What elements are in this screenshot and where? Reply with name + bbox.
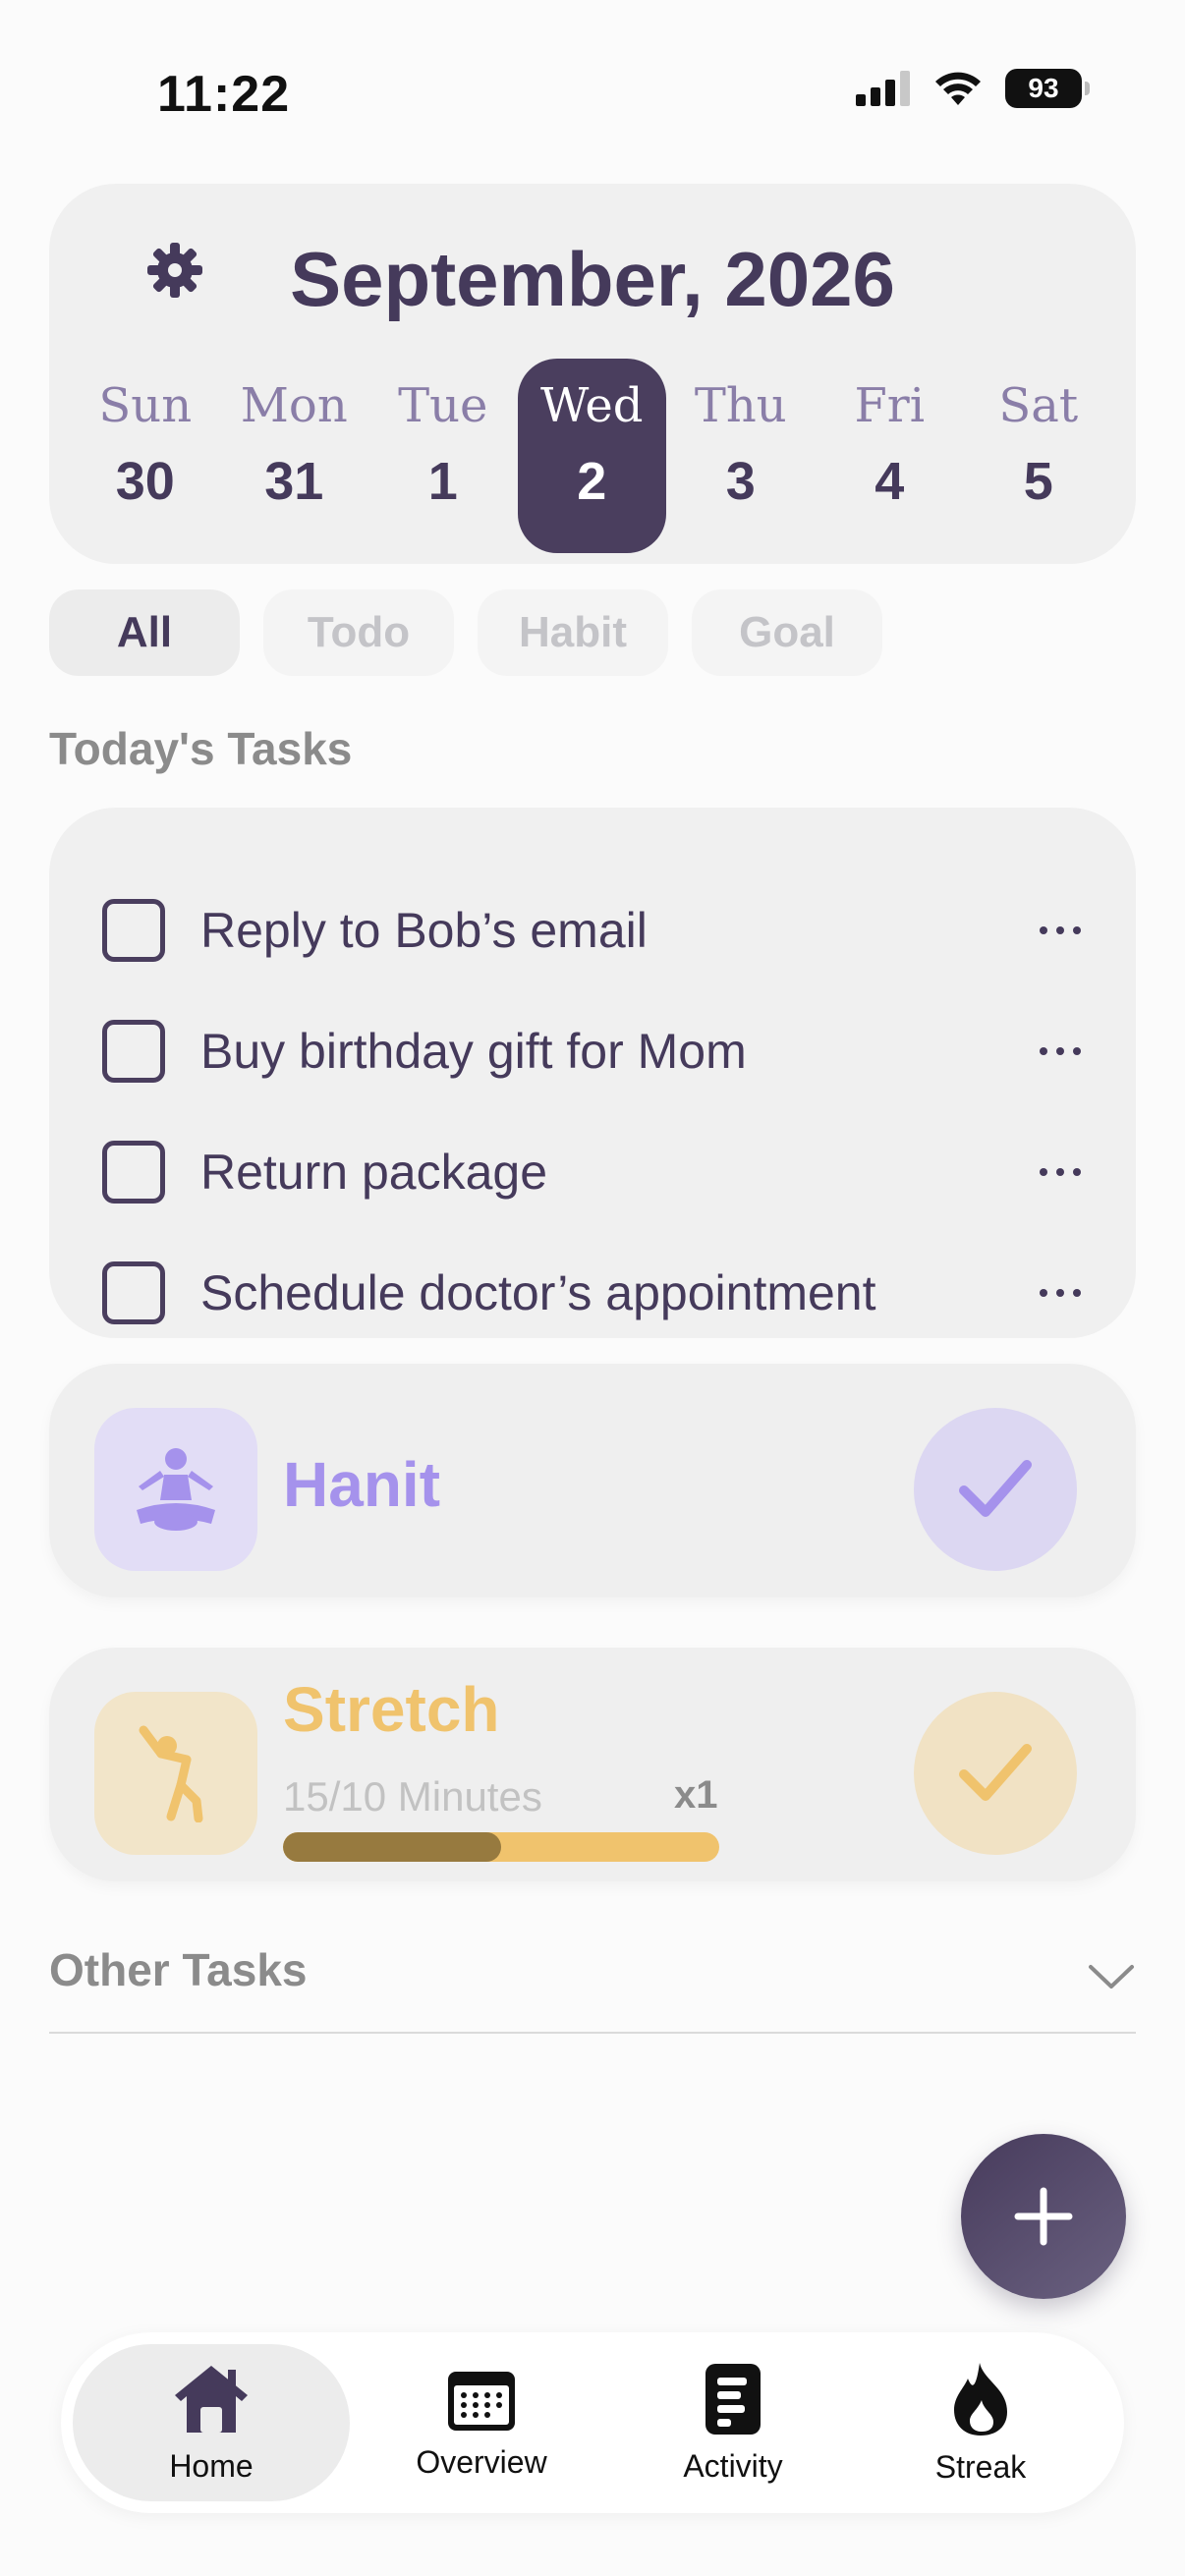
day-mon[interactable]: Mon 31: [220, 359, 369, 553]
day-number: 5: [1023, 452, 1053, 511]
battery-indicator: 93: [1005, 69, 1090, 108]
habit-progress-bar: [283, 1832, 719, 1862]
day-name: Fri: [854, 378, 926, 433]
other-tasks-section[interactable]: Other Tasks: [49, 1943, 1136, 2034]
todo-checkbox[interactable]: [102, 899, 165, 962]
todo-label: Reply to Bob’s email: [200, 903, 648, 958]
habit-progress-fill: [283, 1832, 501, 1862]
filter-tab-goal[interactable]: Goal: [692, 589, 882, 676]
day-thu[interactable]: Thu 3: [666, 359, 816, 553]
plus-icon: [1014, 2187, 1073, 2246]
more-options-button[interactable]: [1026, 1273, 1095, 1313]
todo-label: Schedule doctor’s appointment: [200, 1265, 876, 1320]
nav-label: Home: [169, 2447, 254, 2484]
nav-overview[interactable]: Overview: [373, 2344, 590, 2501]
todo-label: Buy birthday gift for Mom: [200, 1024, 747, 1079]
filter-tab-todo[interactable]: Todo: [263, 589, 454, 676]
habit-complete-button[interactable]: [914, 1692, 1077, 1855]
checkmark-icon: [959, 1460, 1032, 1517]
todo-item[interactable]: Buy birthday gift for Mom: [102, 1012, 1095, 1091]
todo-list-card: Reply to Bob’s email Buy birthday gift f…: [49, 808, 1136, 1338]
month-title: September, 2026: [290, 236, 895, 322]
habit-card-stretch[interactable]: Stretch 15/10 Minutes x1: [49, 1648, 1136, 1881]
day-name: Mon: [240, 378, 348, 433]
nav-activity[interactable]: Activity: [635, 2344, 831, 2501]
wifi-icon: [935, 72, 981, 105]
todo-item[interactable]: Schedule doctor’s appointment: [102, 1254, 1095, 1332]
add-task-button[interactable]: [961, 2134, 1126, 2299]
filter-tab-habit[interactable]: Habit: [478, 589, 668, 676]
habit-title: Hanit: [283, 1449, 440, 1520]
day-number: 3: [725, 452, 756, 511]
todo-item[interactable]: Return package: [102, 1133, 1095, 1211]
day-number: 2: [577, 452, 607, 511]
stretch-icon: [139, 1725, 203, 1822]
more-options-button[interactable]: [1026, 911, 1095, 950]
checkmark-icon: [959, 1744, 1032, 1801]
day-name: Sun: [98, 378, 193, 433]
chevron-down-icon: [1089, 1965, 1134, 1988]
nav-label: Overview: [416, 2443, 547, 2480]
habit-multiplier: x1: [674, 1773, 718, 1817]
day-fri[interactable]: Fri 4: [816, 359, 965, 553]
day-number: 1: [427, 452, 458, 511]
bottom-navigation: Home Overview Activity Streak: [61, 2332, 1124, 2513]
day-name: Tue: [398, 378, 488, 433]
nav-label: Activity: [683, 2447, 783, 2484]
nav-home[interactable]: Home: [73, 2344, 350, 2501]
todo-checkbox[interactable]: [102, 1261, 165, 1324]
todo-item[interactable]: Reply to Bob’s email: [102, 891, 1095, 970]
habit-icon-box: [94, 1692, 257, 1855]
filter-tab-all[interactable]: All: [49, 589, 240, 676]
day-name: Thu: [694, 378, 787, 433]
day-name: Sat: [998, 378, 1079, 433]
week-days-row: Sun 30 Mon 31 Tue 1 Wed 2 Thu 3 Fri 4 Sa…: [71, 359, 1113, 553]
status-icons: 93: [856, 69, 1090, 108]
day-name: Wed: [539, 378, 644, 433]
habit-progress-text: 15/10 Minutes: [283, 1773, 542, 1820]
cellular-signal-icon: [856, 71, 910, 106]
day-number: 31: [264, 452, 324, 511]
day-tue[interactable]: Tue 1: [368, 359, 518, 553]
status-time: 11:22: [157, 66, 291, 123]
day-sat[interactable]: Sat 5: [964, 359, 1113, 553]
calendar-icon: [448, 2371, 515, 2431]
habit-complete-button[interactable]: [914, 1408, 1077, 1571]
more-options-button[interactable]: [1026, 1152, 1095, 1192]
todo-checkbox[interactable]: [102, 1141, 165, 1204]
todo-label: Return package: [200, 1145, 548, 1200]
todo-checkbox[interactable]: [102, 1020, 165, 1083]
nav-label: Streak: [934, 2448, 1027, 2485]
day-sun[interactable]: Sun 30: [71, 359, 220, 553]
meditation-icon: [137, 1448, 215, 1531]
activity-icon: [705, 2363, 761, 2435]
habit-title: Stretch: [283, 1674, 500, 1745]
flame-icon: [954, 2362, 1007, 2436]
home-icon: [175, 2365, 248, 2433]
other-tasks-heading: Other Tasks: [49, 1944, 308, 1995]
day-number: 4: [875, 452, 905, 511]
status-bar: 11:22 93: [0, 0, 1185, 167]
habit-icon-box: [94, 1408, 257, 1571]
calendar-card: September, 2026 Sun 30 Mon 31 Tue 1 Wed …: [49, 184, 1136, 564]
nav-streak[interactable]: Streak: [882, 2344, 1079, 2501]
day-wed-selected[interactable]: Wed 2: [517, 359, 666, 553]
day-number: 30: [115, 452, 175, 511]
habit-card-hanit[interactable]: Hanit: [49, 1364, 1136, 1597]
filter-tabs: All Todo Habit Goal: [49, 589, 882, 676]
more-options-button[interactable]: [1026, 1032, 1095, 1071]
todays-tasks-heading: Today's Tasks: [49, 723, 353, 774]
